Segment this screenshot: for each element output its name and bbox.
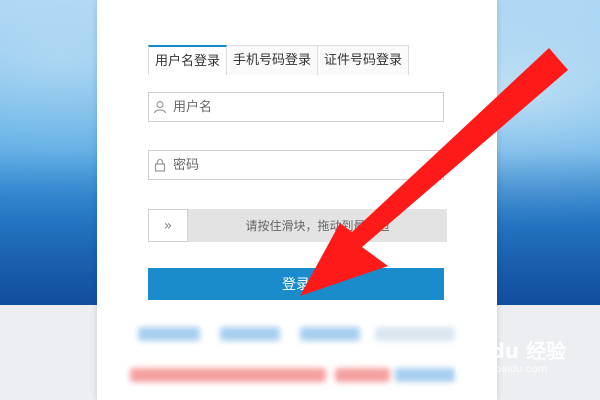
- baidu-jingyan-watermark: Baidu 经验 jingyan.baidu.com: [455, 335, 595, 385]
- watermark-brand: Baidu 经验: [455, 339, 567, 363]
- watermark-url: jingyan.baidu.com: [455, 364, 548, 375]
